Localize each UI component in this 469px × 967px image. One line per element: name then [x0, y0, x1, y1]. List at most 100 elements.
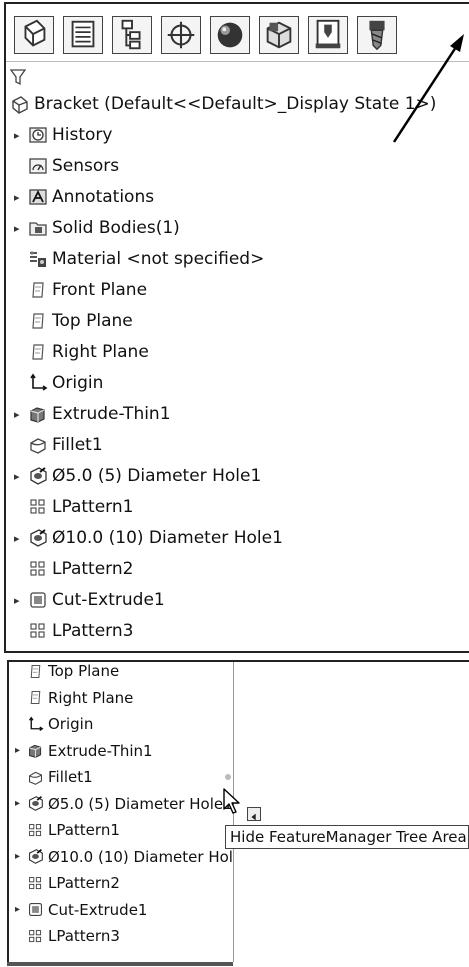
tree-item[interactable]: Right Plane [14, 337, 149, 367]
hole-wizard-icon [28, 528, 48, 548]
cam-feature-tree-icon [266, 21, 292, 49]
plane-icon [28, 280, 48, 300]
tree-item[interactable]: LPattern2 [15, 870, 120, 896]
plane-icon [28, 311, 48, 331]
tree-item[interactable]: Origin [15, 711, 93, 737]
linear-pattern-icon [28, 497, 48, 517]
tree-item[interactable]: Top Plane [14, 306, 133, 336]
tree-item-label: Front Plane [52, 280, 148, 300]
tree-item-label: LPattern3 [48, 927, 120, 945]
linear-pattern-icon [27, 875, 44, 892]
tree-item[interactable]: ▸ Ø10.0 (10) Diameter Hole1 [15, 844, 233, 870]
expand-arrow-icon[interactable]: ▸ [15, 851, 27, 862]
pane-scrollbar[interactable] [7, 962, 233, 966]
linear-pattern-icon [27, 822, 44, 839]
tree-item-label: LPattern2 [52, 559, 134, 579]
display-manager-icon [217, 22, 243, 48]
cut-extrude-icon [27, 901, 44, 918]
tree-item[interactable]: ▸ Ø5.0 (5) Diameter Hole1 [15, 791, 233, 817]
expand-arrow-icon[interactable]: ▸ [14, 408, 28, 421]
expand-arrow-icon[interactable]: ▸ [15, 904, 27, 915]
tree-item-label: Ø10.0 (10) Diameter Hole1 [52, 528, 283, 548]
tree-item[interactable]: Material <not specified> [14, 244, 264, 274]
annotations-icon [28, 187, 48, 207]
tree-item-label: Ø5.0 (5) Diameter Hole1 [48, 794, 233, 813]
tree-item[interactable]: ▸ Ø5.0 (5) Diameter Hole1 [14, 461, 261, 491]
origin-icon [27, 715, 44, 733]
tree-item[interactable]: LPattern1 [14, 492, 133, 522]
tree-item[interactable]: ▸ History [14, 120, 112, 150]
mouse-cursor-icon [223, 788, 240, 814]
extrude-icon [28, 404, 48, 424]
tree-item-label: Origin [52, 373, 104, 393]
tree-item[interactable]: Fillet1 [14, 430, 103, 460]
tree-item[interactable]: ▸ Cut-Extrude1 [14, 585, 165, 615]
expand-arrow-icon[interactable]: ▸ [14, 191, 28, 204]
tree-item-label: Sensors [52, 156, 120, 176]
tab-dimxpert-manager[interactable] [161, 16, 201, 54]
tree-root-node[interactable]: Bracket (Default<<Default>_Display State… [10, 89, 436, 119]
tree-item[interactable]: LPattern1 [15, 817, 120, 843]
tab-cam-operation-tree[interactable] [308, 16, 348, 54]
tree-item-label: Ø5.0 (5) Diameter Hole1 [52, 466, 262, 486]
part-icon [10, 94, 30, 114]
tree-item-label: Annotations [52, 187, 155, 207]
expand-arrow-icon[interactable]: ▸ [14, 222, 28, 235]
expand-arrow-icon[interactable]: ▸ [14, 532, 28, 545]
linear-pattern-icon [27, 928, 44, 945]
cut-extrude-icon [28, 590, 48, 610]
tree-item[interactable]: ▸ Extrude-Thin1 [15, 738, 153, 764]
material-icon [28, 249, 48, 269]
tree-item-label: Material <not specified> [52, 249, 265, 269]
tree-item[interactable]: Right Plane [15, 685, 133, 711]
tree-item[interactable]: Origin [14, 368, 103, 398]
splitter-handle[interactable] [225, 774, 231, 780]
tree-item[interactable]: LPattern3 [14, 616, 133, 646]
tree-item[interactable]: Fillet1 [15, 764, 93, 790]
tree-item-label: Right Plane [52, 342, 149, 362]
tree-item-label: Bracket (Default<<Default>_Display State… [34, 94, 437, 114]
expand-arrow-icon[interactable]: ▸ [15, 745, 27, 756]
tree-item-label: LPattern1 [48, 821, 120, 839]
tree-item[interactable]: ▸ Solid Bodies(1) [14, 213, 180, 243]
tree-item[interactable]: LPattern2 [14, 554, 133, 584]
plane-icon [28, 342, 48, 362]
filter-icon[interactable] [9, 68, 27, 86]
narrow-tree-pane: Top Plane Right Plane Origin ▸ Extrude-Thin1… [9, 662, 233, 962]
callout-arrow-icon [392, 34, 464, 143]
tree-item[interactable]: Front Plane [14, 275, 147, 305]
history-icon [28, 125, 48, 145]
tree-item-label: Solid Bodies(1) [52, 218, 180, 238]
hide-tree-area-icon[interactable] [247, 807, 261, 821]
tree-item[interactable]: ▸ Cut-Extrude1 [15, 897, 147, 923]
tree-item-label: Extrude-Thin1 [48, 741, 153, 760]
tree-item-label: Top Plane [52, 311, 133, 331]
expand-arrow-icon[interactable]: ▸ [15, 798, 27, 809]
expand-arrow-icon[interactable]: ▸ [14, 129, 28, 142]
tree-item-label: LPattern3 [52, 621, 134, 641]
tree-item[interactable]: LPattern3 [15, 923, 120, 949]
tree-item[interactable]: ▸ Annotations [14, 182, 154, 212]
tree-item[interactable]: ▸ Ø10.0 (10) Diameter Hole1 [14, 523, 283, 553]
expand-arrow-icon[interactable]: ▸ [14, 470, 28, 483]
fillet-icon [28, 435, 48, 455]
tab-feature-manager[interactable] [14, 16, 54, 54]
tab-display-manager[interactable] [210, 16, 250, 54]
plane-icon [27, 689, 44, 706]
feature-manager-icon [24, 19, 46, 47]
tab-cam-feature-tree[interactable] [259, 16, 299, 54]
tree-item[interactable]: Top Plane [15, 662, 119, 684]
configuration-manager-icon [121, 19, 141, 50]
tree-item-label: Right Plane [48, 688, 134, 707]
tree-item[interactable]: Sensors [14, 151, 119, 181]
hole-wizard-icon [27, 795, 44, 812]
tab-configuration-manager[interactable] [112, 16, 152, 54]
tree-item-label: Origin [48, 715, 94, 733]
hole-wizard-icon [28, 466, 48, 486]
tab-property-manager[interactable] [63, 16, 103, 54]
tree-item-label: Extrude-Thin1 [52, 404, 171, 424]
expand-arrow-icon[interactable]: ▸ [14, 594, 28, 607]
tree-item-label: LPattern2 [48, 874, 120, 892]
tree-item[interactable]: ▸ Extrude-Thin1 [14, 399, 171, 429]
cam-operation-tree-icon [315, 19, 341, 49]
